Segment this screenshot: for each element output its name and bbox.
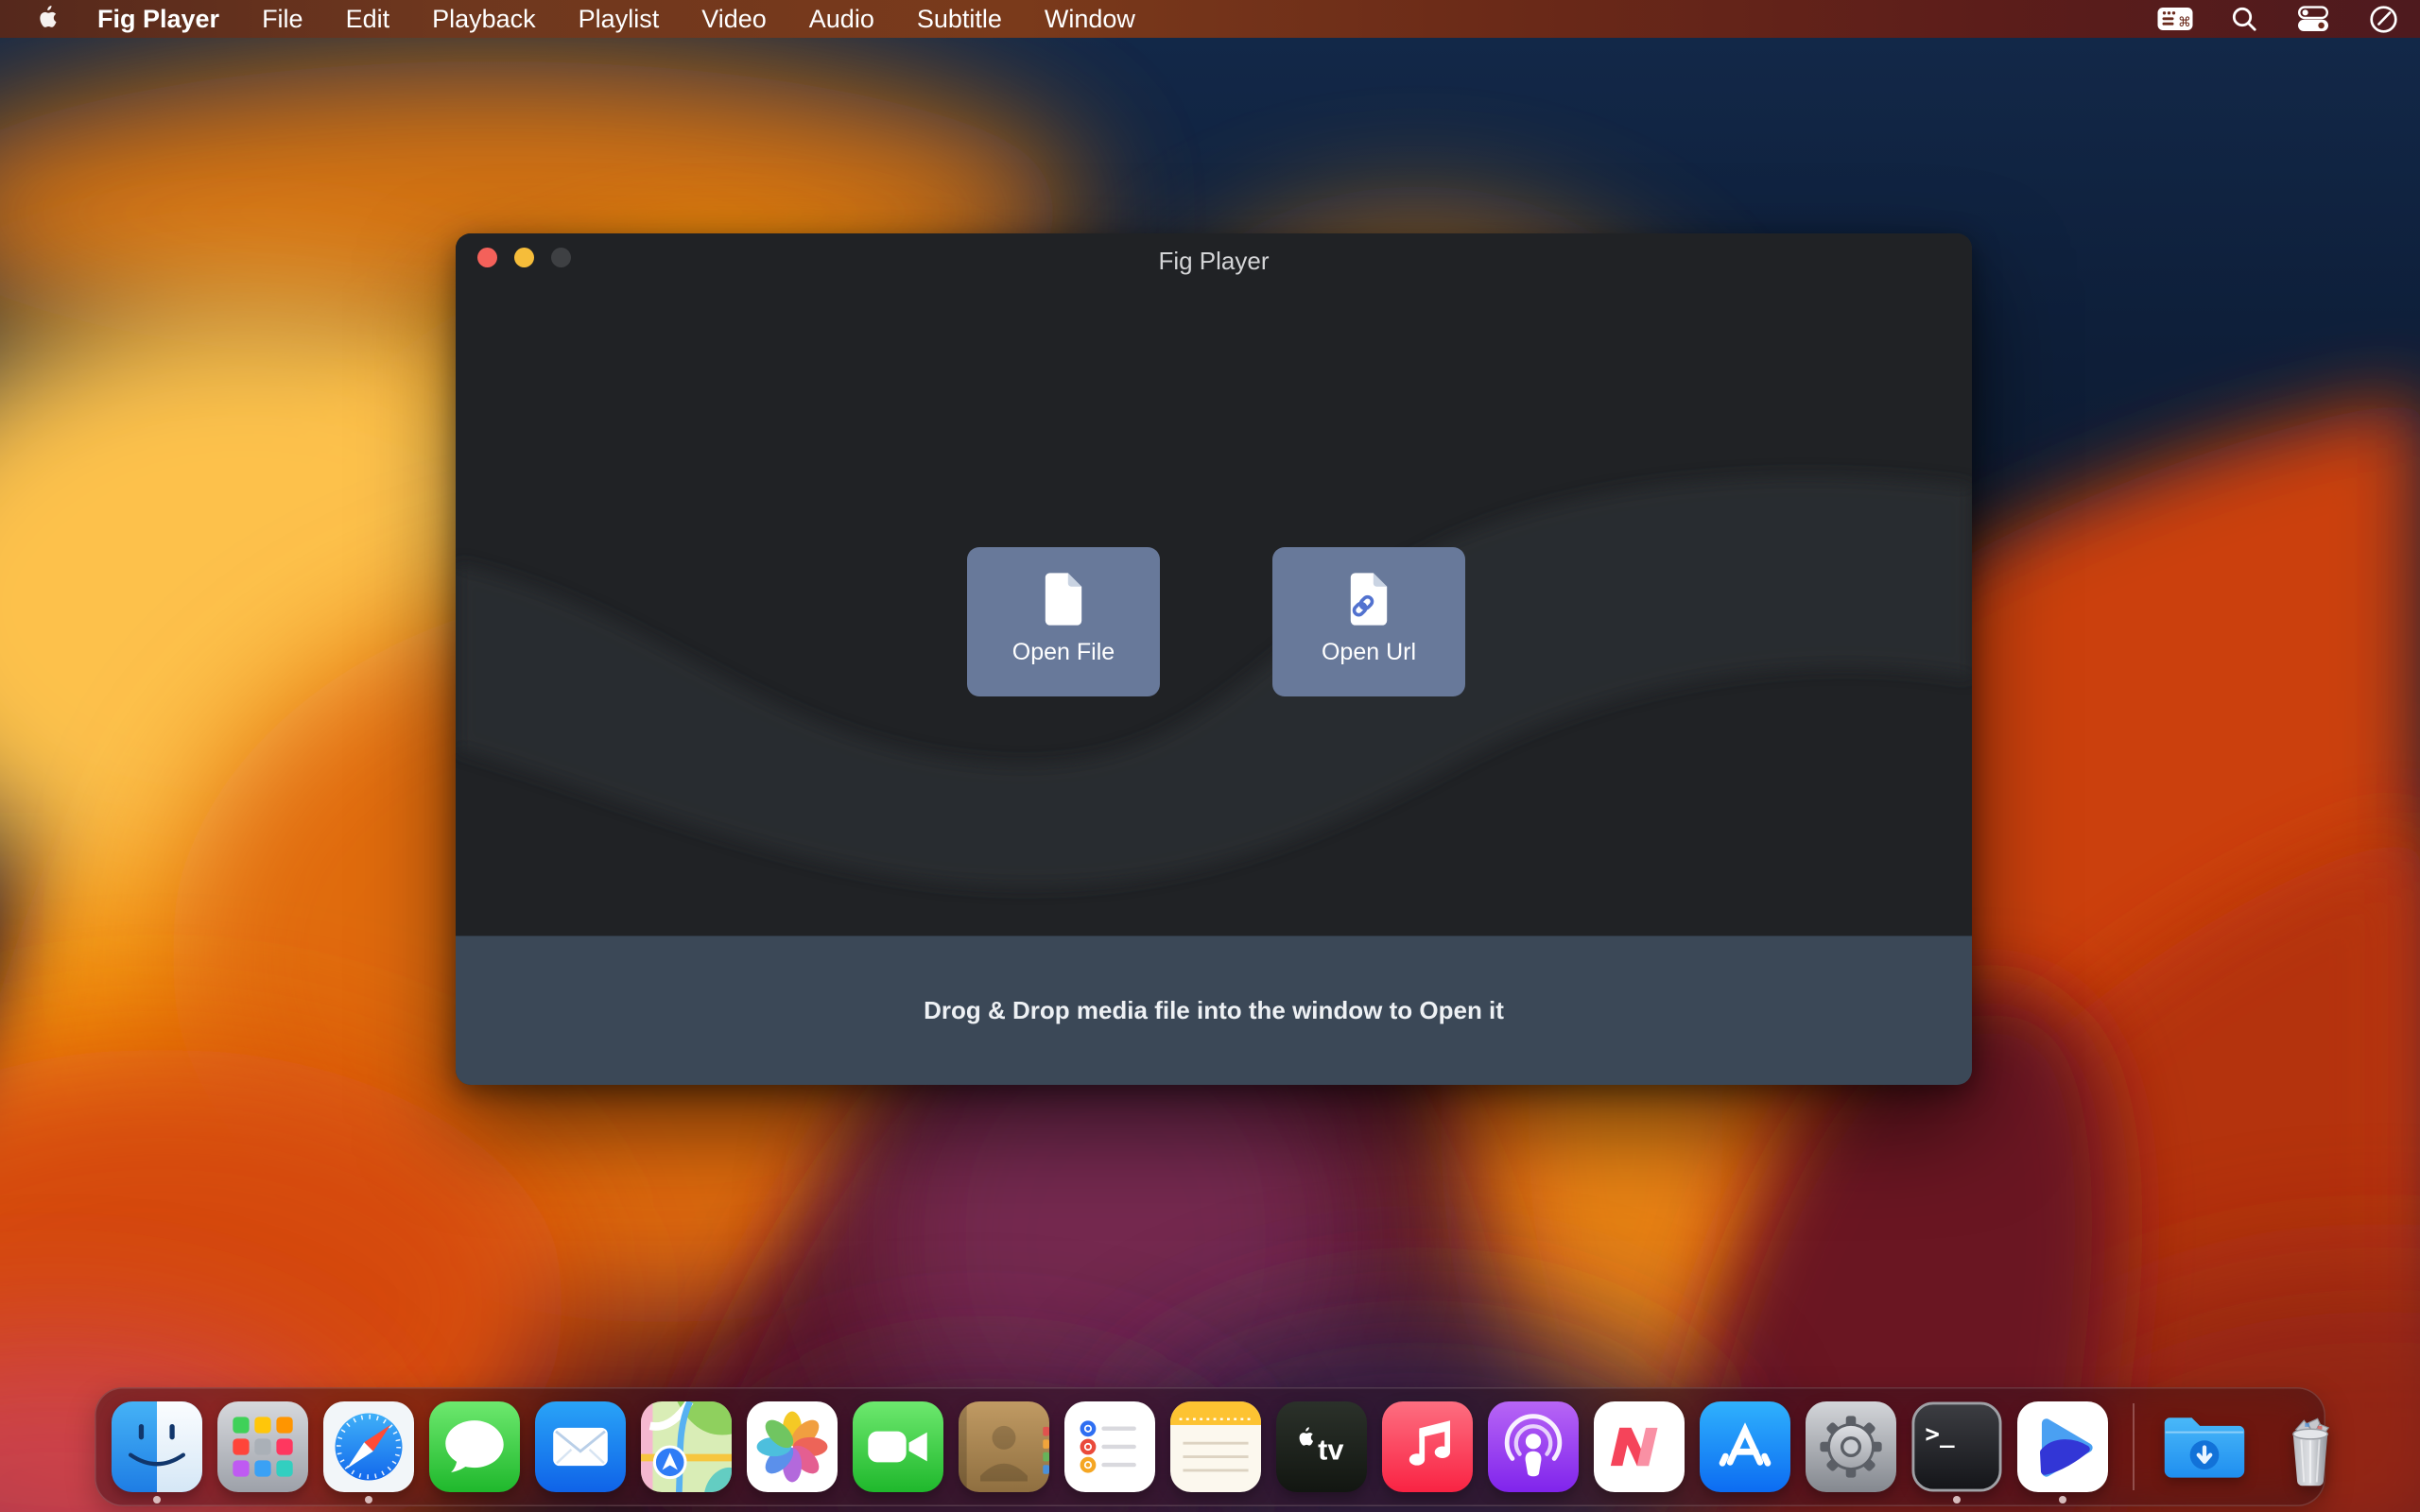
clock-icon[interactable] xyxy=(2368,4,2399,35)
desktop: Fig Player File Edit Playback Playlist V… xyxy=(0,0,2420,1512)
active-app-name[interactable]: Fig Player xyxy=(97,5,219,34)
dock-trash-icon[interactable] xyxy=(2265,1401,2356,1492)
menu-bar-status-area: ⌘ xyxy=(2156,4,2399,35)
menu-playback[interactable]: Playback xyxy=(432,5,536,34)
dock-downloads-folder-icon[interactable] xyxy=(2159,1401,2250,1492)
drop-zone-bar[interactable]: Drog & Drop media file into the window t… xyxy=(456,936,1972,1085)
menu-edit[interactable]: Edit xyxy=(346,5,390,34)
dock: tv xyxy=(95,1387,2325,1506)
dock-fig-player-icon[interactable] xyxy=(2017,1401,2108,1492)
apple-icon xyxy=(34,3,58,30)
window-title: Fig Player xyxy=(456,233,1972,288)
svg-text:⌘: ⌘ xyxy=(2178,15,2191,30)
menu-file[interactable]: File xyxy=(262,5,303,34)
dock-mail-icon[interactable] xyxy=(535,1401,626,1492)
dock-photos-icon[interactable] xyxy=(747,1401,838,1492)
dock-system-settings-icon[interactable] xyxy=(1806,1401,1896,1492)
open-file-button[interactable]: Open File xyxy=(967,547,1160,696)
dock-facetime-icon[interactable] xyxy=(853,1401,943,1492)
open-url-label: Open Url xyxy=(1322,639,1416,666)
search-icon[interactable] xyxy=(2230,5,2258,33)
decorative-wave xyxy=(456,233,1972,936)
dock-contacts-icon[interactable] xyxy=(959,1401,1049,1492)
dock-news-icon[interactable] xyxy=(1594,1401,1685,1492)
menu-audio[interactable]: Audio xyxy=(809,5,874,34)
svg-text:>_: >_ xyxy=(1925,1420,1955,1449)
control-center-icon[interactable] xyxy=(2294,5,2332,33)
dock-app-store-icon[interactable] xyxy=(1700,1401,1790,1492)
dock-safari-icon[interactable] xyxy=(323,1401,414,1492)
dock-launchpad-icon[interactable] xyxy=(217,1401,308,1492)
keyboard-input-icon[interactable]: ⌘ xyxy=(2156,5,2194,33)
window-titlebar[interactable]: Fig Player xyxy=(456,233,1972,288)
dock-music-icon[interactable] xyxy=(1382,1401,1473,1492)
dock-reminders-icon[interactable] xyxy=(1064,1401,1155,1492)
drop-hint-text: Drog & Drop media file into the window t… xyxy=(924,996,1504,1025)
menu-list: File Edit Playback Playlist Video Audio … xyxy=(262,5,1135,34)
window-content: Fig Player Open File Open xyxy=(456,233,1972,936)
dock-messages-icon[interactable] xyxy=(429,1401,520,1492)
fig-player-window: Fig Player Open File Open xyxy=(456,233,1972,1085)
open-file-label: Open File xyxy=(1012,639,1115,666)
menu-video[interactable]: Video xyxy=(701,5,767,34)
dock-notes-icon[interactable] xyxy=(1170,1401,1261,1492)
menu-playlist[interactable]: Playlist xyxy=(579,5,660,34)
svg-text:tv: tv xyxy=(1318,1433,1343,1466)
menu-subtitle[interactable]: Subtitle xyxy=(917,5,1002,34)
file-document-icon xyxy=(1041,571,1086,627)
dock-terminal-icon[interactable]: >_ xyxy=(1911,1401,2002,1492)
menu-window[interactable]: Window xyxy=(1045,5,1135,34)
apple-menu[interactable] xyxy=(34,3,58,35)
dock-divider xyxy=(2133,1403,2135,1490)
dock-finder-icon[interactable] xyxy=(112,1401,202,1492)
link-document-icon xyxy=(1346,571,1392,627)
dock-apple-tv-icon[interactable]: tv xyxy=(1276,1401,1367,1492)
dock-maps-icon[interactable] xyxy=(641,1401,732,1492)
dock-podcasts-icon[interactable] xyxy=(1488,1401,1579,1492)
menu-bar: Fig Player File Edit Playback Playlist V… xyxy=(0,0,2420,38)
open-url-button[interactable]: Open Url xyxy=(1272,547,1465,696)
